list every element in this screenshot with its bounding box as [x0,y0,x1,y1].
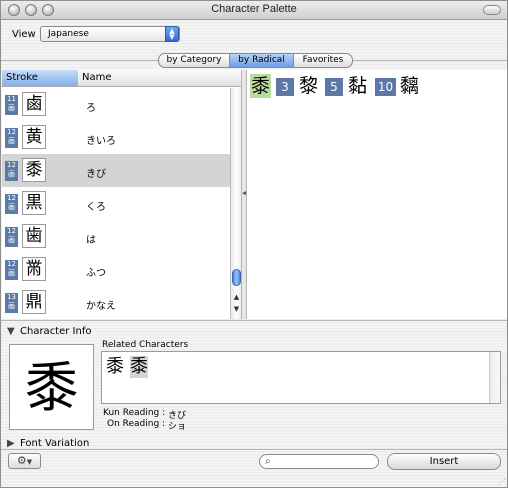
stroke-count-badge: 12 画 [5,128,18,148]
related-character[interactable]: 黍 [106,356,124,378]
stroke-count-badge: 12 画 [5,194,18,214]
radical-name: は [86,235,96,246]
radical-name: ろ [86,103,96,114]
column-header-name[interactable]: Name [78,70,241,87]
search-input[interactable] [278,456,373,467]
related-character-selected[interactable]: 黍 [130,356,148,378]
view-select[interactable]: Japanese ▲ ▼ [40,26,180,42]
radical-name: きいろ [86,136,116,147]
divider [1,449,507,450]
radical-glyph: 鹵 [22,92,46,116]
character-info-label: Character Info [20,326,92,337]
kun-reading-label: Kun Reading : [103,408,166,418]
grid-character[interactable]: 黎 [299,74,318,98]
radical-glyph: 鼎 [22,290,46,314]
on-reading-value: ショ [168,422,187,432]
list-item[interactable]: 12 画 黹 ふつ [2,253,230,286]
grid-character[interactable]: 黏 [348,74,367,98]
list-item[interactable]: 11 画 鹵 ろ [2,88,230,121]
character-preview[interactable]: 黍 [9,344,94,430]
radical-list: Stroke Name 11 画 鹵 ろ 12 画 黄 きいろ 12 画 黍 きび 1… [2,70,242,319]
column-header-stroke[interactable]: Stroke [2,70,78,87]
grid-character-selected[interactable]: 黍 [250,74,272,98]
radical-glyph: 黒 [22,191,46,215]
radical-glyph: 黹 [22,257,46,281]
stroke-count-badge: 12 画 [5,161,18,181]
character-palette-window: Character Palette View : Japanese ▲ ▼ by … [0,0,508,488]
scroll-thumb[interactable] [232,269,241,286]
stroke-number-badge: 10 [375,78,396,96]
radical-name: くろ [86,202,106,213]
resize-grip-icon[interactable]: ⋰ [498,477,506,486]
gear-icon: ⚙ [16,454,27,467]
search-icon: ⌕ [265,456,271,467]
stroke-number-badge: 5 [325,78,343,96]
tab-favorites[interactable]: Favorites [293,53,353,68]
stroke-count-badge: 11 画 [5,95,18,115]
scroll-down-arrow-icon[interactable]: ▼ [231,305,241,317]
stroke-count-badge: 12 画 [5,260,18,280]
toolbar-toggle-button[interactable] [483,5,501,15]
related-characters-box: 黍 黍 [101,351,501,404]
radical-glyph: 歯 [22,224,46,248]
insert-button[interactable]: Insert [387,453,501,470]
character-grid: 黍 3 黎 5 黏 10 黐 [246,70,507,319]
search-field[interactable]: ⌕ [259,454,379,469]
radical-name: きび [86,169,106,180]
chevron-down-icon: ▼ [26,458,33,466]
stroke-count-badge: 12 画 [5,227,18,247]
scroll-up-arrow-icon[interactable]: ▲ [231,293,241,305]
stroke-count-badge: 13 画 [5,293,18,313]
window-title: Character Palette [211,3,297,15]
font-variation-label: Font Variation [20,438,90,449]
list-item[interactable]: 12 画 黒 くろ [2,187,230,220]
select-arrows-icon: ▲ ▼ [165,26,179,42]
list-item-selected[interactable]: 12 画 黍 きび [2,154,230,187]
radical-name: かなえ [86,301,116,312]
list-item[interactable]: 12 画 歯 は [2,220,230,253]
tab-by-category[interactable]: by Category [158,53,230,68]
title-bar[interactable]: Character Palette [1,1,507,20]
related-characters-label: Related Characters [102,340,189,350]
view-label: View : [12,29,43,40]
action-menu-button[interactable]: ⚙▼ [8,453,41,469]
radical-name: ふつ [86,268,106,279]
divider [1,320,507,321]
view-select-value: Japanese [48,29,89,39]
tab-by-radical[interactable]: by Radical [229,53,294,68]
on-reading-label: On Reading : [107,419,166,429]
grid-character[interactable]: 黐 [400,74,419,98]
list-item[interactable]: 13 画 鼎 かなえ [2,286,230,319]
stroke-number-badge: 3 [276,78,294,96]
list-item[interactable]: 12 画 黄 きいろ [2,121,230,154]
radical-glyph: 黄 [22,125,46,149]
related-scrollbar[interactable] [489,352,500,403]
font-variation-disclosure-icon[interactable]: ▶ [7,438,15,449]
character-info-disclosure-icon[interactable]: ▼ [7,326,15,337]
list-scrollbar[interactable]: ▲ ▼ [230,88,241,319]
radical-glyph: 黍 [22,158,46,182]
